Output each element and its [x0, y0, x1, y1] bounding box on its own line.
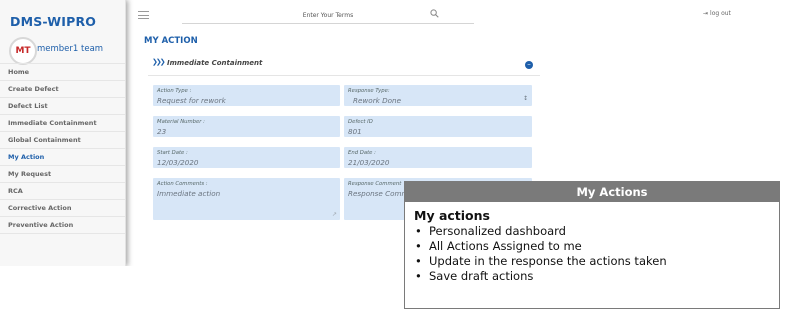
top-bar: ⇥log out	[126, 0, 785, 32]
sidebar-item-home[interactable]: Home	[0, 63, 125, 80]
dropdown-arrows-icon: ↕	[522, 95, 528, 102]
search-icon[interactable]	[430, 9, 439, 18]
sidebar-item-create-defect[interactable]: Create Defect	[0, 80, 125, 97]
field-value: 23	[157, 127, 167, 136]
sidebar: DMS-WIPRO MT member1 team Home Create De…	[0, 0, 126, 266]
avatar[interactable]: MT	[9, 37, 37, 65]
resize-grip-icon[interactable]: ↗	[332, 211, 337, 218]
field-label: Action Type :	[157, 88, 192, 94]
material-number-field[interactable]: Material Number : 23	[153, 116, 340, 137]
sidebar-item-global-containment[interactable]: Global Containment	[0, 131, 125, 148]
list-item: • Update in the response the actions take…	[415, 254, 667, 268]
defect-id-field[interactable]: Defect ID 801	[344, 116, 532, 137]
start-date-field[interactable]: Start Date : 12/03/2020	[153, 147, 340, 168]
bullet-icon: •	[415, 224, 422, 238]
end-date-field[interactable]: End Date : 21/03/2020	[344, 147, 532, 168]
field-value: 12/03/2020	[157, 158, 199, 167]
collapse-icon[interactable]: –	[525, 61, 533, 69]
callout-heading: My actions	[414, 208, 490, 223]
sidebar-item-my-request[interactable]: My Request	[0, 165, 125, 182]
list-item: • Personalized dashboard	[415, 224, 566, 238]
sidebar-item-defect-list[interactable]: Defect List	[0, 97, 125, 114]
sidebar-nav: Home Create Defect Defect List Immediate…	[0, 63, 125, 234]
hamburger-icon[interactable]	[138, 11, 149, 22]
logout-label: log out	[710, 10, 731, 17]
field-label: Start Date :	[157, 150, 188, 156]
action-comments-textarea[interactable]: Action Comments : Immediate action ↗	[153, 178, 340, 220]
sidebar-item-rca[interactable]: RCA	[0, 182, 125, 199]
double-chevron-icon: ❯❯❯	[152, 58, 166, 66]
field-label: End Date :	[348, 150, 376, 156]
annotation-callout: My Actions My actions • Personalized dash…	[404, 181, 780, 309]
callout-list: • Personalized dashboard • All Actions Ass…	[415, 224, 667, 284]
field-label: Response Comment	[348, 181, 402, 187]
brand-logo[interactable]: DMS-WIPRO	[10, 14, 96, 29]
action-type-field[interactable]: Action Type : Request for rework	[153, 85, 340, 106]
sidebar-item-my-action[interactable]: My Action	[0, 148, 125, 165]
list-item: • All Actions Assigned to me	[415, 239, 582, 253]
field-label: Response Type:	[348, 88, 390, 94]
sidebar-item-immediate-containment[interactable]: Immediate Containment	[0, 114, 125, 131]
field-value: Rework Done	[353, 96, 402, 105]
field-label: Defect ID	[348, 119, 373, 125]
logout-link[interactable]: ⇥ log out	[703, 10, 731, 17]
field-value: 801	[348, 127, 362, 136]
field-label: Material Number :	[157, 119, 205, 125]
callout-header: My Actions	[405, 182, 779, 202]
field-value: Immediate action	[157, 189, 221, 198]
section-header: ❯❯❯ Immediate Containment –	[148, 53, 540, 76]
page-title: MY ACTION	[144, 36, 198, 46]
field-label: Action Comments :	[157, 181, 208, 187]
bullet-icon: •	[415, 239, 422, 253]
sidebar-item-corrective-action[interactable]: Corrective Action	[0, 199, 125, 216]
field-value: Request for rework	[157, 96, 226, 105]
bullet-icon: •	[415, 269, 422, 283]
sidebar-item-preventive-action[interactable]: Preventive Action	[0, 216, 125, 234]
response-type-select[interactable]: Response Type: Rework Done ↕	[344, 85, 532, 106]
list-item: • Save draft actions	[415, 269, 534, 283]
bullet-icon: •	[415, 254, 422, 268]
logout-icon: ⇥	[703, 10, 709, 17]
section-title: Immediate Containment	[167, 59, 263, 67]
user-name[interactable]: member1 team	[37, 44, 103, 54]
field-value: 21/03/2020	[348, 158, 390, 167]
